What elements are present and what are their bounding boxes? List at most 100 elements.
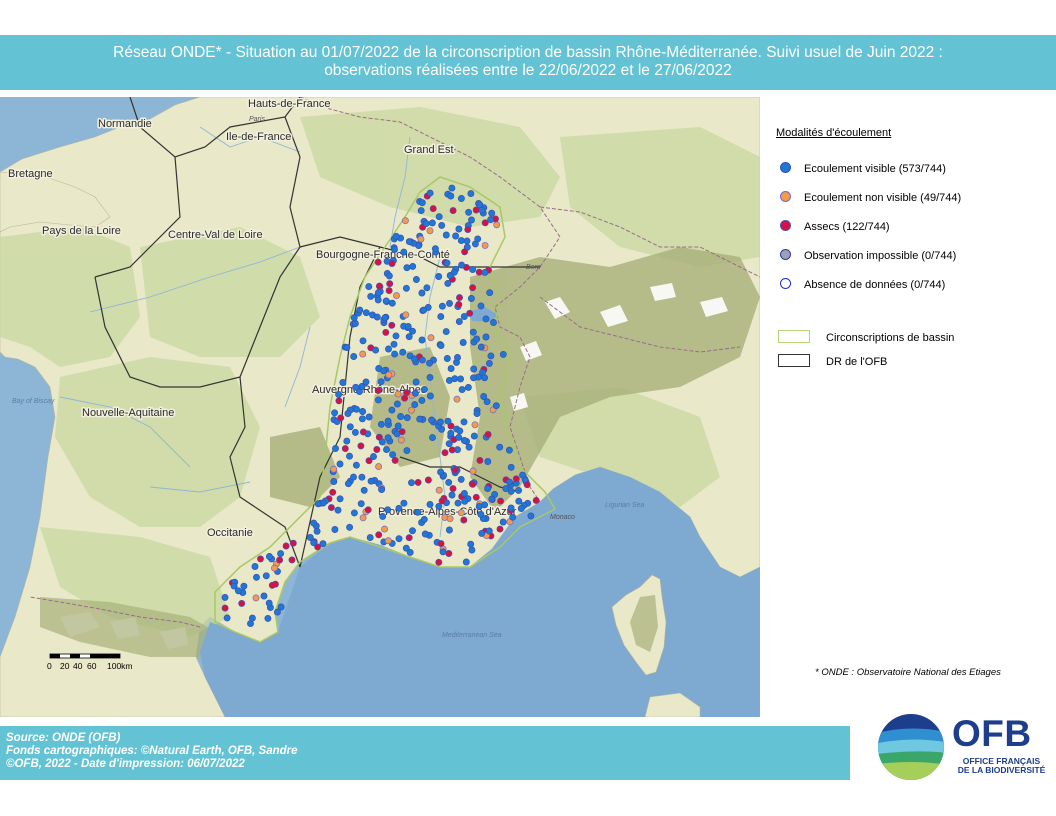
station-marker[interactable] xyxy=(393,400,401,408)
station-marker[interactable] xyxy=(447,365,455,373)
station-marker[interactable] xyxy=(435,502,443,510)
station-marker[interactable] xyxy=(337,414,345,422)
station-marker[interactable] xyxy=(264,614,272,622)
station-marker[interactable] xyxy=(449,207,457,215)
station-marker[interactable] xyxy=(481,241,489,249)
station-marker[interactable] xyxy=(336,495,344,503)
station-marker[interactable] xyxy=(381,314,389,322)
station-marker[interactable] xyxy=(380,367,388,375)
station-marker[interactable] xyxy=(448,184,456,192)
station-marker[interactable] xyxy=(335,397,343,405)
station-marker[interactable] xyxy=(469,328,477,336)
station-marker[interactable] xyxy=(484,431,492,438)
station-marker[interactable] xyxy=(446,299,453,307)
station-marker[interactable] xyxy=(507,504,515,512)
station-marker[interactable] xyxy=(420,515,428,523)
station-marker[interactable] xyxy=(470,432,478,440)
station-marker[interactable] xyxy=(377,420,385,428)
station-marker[interactable] xyxy=(446,515,454,523)
station-marker[interactable] xyxy=(485,527,493,535)
station-marker[interactable] xyxy=(451,466,459,474)
station-marker[interactable] xyxy=(402,311,410,319)
station-marker[interactable] xyxy=(378,438,386,446)
station-marker[interactable] xyxy=(447,192,455,200)
station-marker[interactable] xyxy=(487,216,495,224)
station-marker[interactable] xyxy=(384,537,392,545)
station-marker[interactable] xyxy=(260,592,268,600)
station-marker[interactable] xyxy=(366,534,374,542)
station-marker[interactable] xyxy=(469,480,477,488)
station-marker[interactable] xyxy=(470,374,477,382)
station-marker[interactable] xyxy=(512,475,520,483)
station-marker[interactable] xyxy=(490,319,497,326)
station-marker[interactable] xyxy=(351,428,359,436)
station-marker[interactable] xyxy=(268,581,276,589)
station-marker[interactable] xyxy=(421,530,429,538)
station-marker[interactable] xyxy=(351,320,359,327)
station-marker[interactable] xyxy=(448,491,456,499)
station-marker[interactable] xyxy=(482,315,490,323)
station-marker[interactable] xyxy=(431,245,439,253)
station-marker[interactable] xyxy=(496,525,504,533)
station-marker[interactable] xyxy=(475,268,483,276)
station-marker[interactable] xyxy=(314,500,322,508)
station-marker[interactable] xyxy=(428,219,436,227)
station-marker[interactable] xyxy=(427,334,435,342)
station-marker[interactable] xyxy=(350,473,357,481)
station-marker[interactable] xyxy=(457,195,465,202)
station-marker[interactable] xyxy=(350,509,358,517)
station-marker[interactable] xyxy=(482,333,490,341)
station-marker[interactable] xyxy=(488,495,496,503)
station-marker[interactable] xyxy=(465,443,473,451)
station-marker[interactable] xyxy=(460,516,468,524)
station-marker[interactable] xyxy=(352,383,360,391)
station-marker[interactable] xyxy=(346,523,354,531)
station-marker[interactable] xyxy=(405,238,413,246)
station-marker[interactable] xyxy=(374,387,382,395)
station-marker[interactable] xyxy=(485,359,493,367)
station-marker[interactable] xyxy=(356,306,364,314)
station-marker[interactable] xyxy=(405,333,413,341)
station-marker[interactable] xyxy=(375,463,383,471)
station-marker[interactable] xyxy=(460,490,468,497)
station-marker[interactable] xyxy=(385,272,393,280)
station-marker[interactable] xyxy=(344,410,352,418)
station-marker[interactable] xyxy=(478,206,486,214)
station-marker[interactable] xyxy=(457,375,465,383)
station-marker[interactable] xyxy=(346,452,353,460)
station-marker[interactable] xyxy=(392,332,400,340)
station-marker[interactable] xyxy=(455,301,463,308)
station-marker[interactable] xyxy=(395,504,403,512)
station-marker[interactable] xyxy=(398,428,406,436)
station-marker[interactable] xyxy=(401,217,409,225)
station-marker[interactable] xyxy=(444,279,452,287)
station-marker[interactable] xyxy=(497,497,505,505)
station-marker[interactable] xyxy=(394,422,402,430)
station-marker[interactable] xyxy=(388,406,396,414)
station-marker[interactable] xyxy=(364,506,372,514)
station-marker[interactable] xyxy=(399,348,407,356)
station-marker[interactable] xyxy=(391,350,399,358)
station-marker[interactable] xyxy=(409,262,417,270)
station-marker[interactable] xyxy=(359,350,367,358)
station-marker[interactable] xyxy=(453,395,461,403)
station-marker[interactable] xyxy=(365,413,373,421)
station-marker[interactable] xyxy=(456,427,464,435)
station-marker[interactable] xyxy=(234,587,242,595)
station-marker[interactable] xyxy=(352,461,360,469)
station-marker[interactable] xyxy=(395,535,403,543)
station-marker[interactable] xyxy=(461,248,469,256)
station-marker[interactable] xyxy=(397,436,405,444)
station-marker[interactable] xyxy=(457,475,465,483)
station-marker[interactable] xyxy=(417,235,425,243)
station-marker[interactable] xyxy=(346,423,354,431)
station-marker[interactable] xyxy=(488,209,496,217)
station-marker[interactable] xyxy=(374,296,382,304)
station-marker[interactable] xyxy=(384,506,392,514)
station-marker[interactable] xyxy=(384,434,392,442)
station-marker[interactable] xyxy=(437,540,445,548)
station-marker[interactable] xyxy=(473,335,481,343)
station-marker[interactable] xyxy=(394,390,402,398)
station-marker[interactable] xyxy=(397,413,405,420)
station-marker[interactable] xyxy=(499,518,507,526)
